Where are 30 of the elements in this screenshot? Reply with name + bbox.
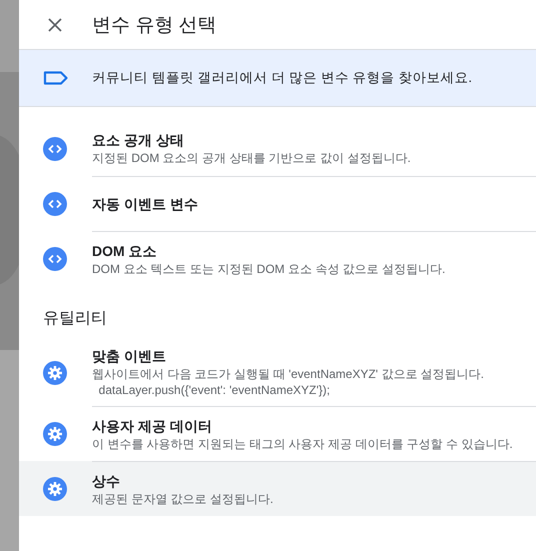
item-description: 지정된 DOM 요소의 공개 상태를 기반으로 값이 설정됩니다. bbox=[92, 150, 412, 166]
gear-icon bbox=[43, 422, 67, 446]
code-icon bbox=[43, 192, 67, 216]
item-description: DOM 요소 텍스트 또는 지정된 DOM 요소 속성 값으로 설정됩니다. bbox=[92, 260, 446, 276]
gear-icon bbox=[43, 476, 67, 500]
tag-icon bbox=[43, 71, 69, 85]
item-title: 사용자 제공 데이터 bbox=[92, 416, 213, 436]
gallery-banner[interactable]: 커뮤니티 템플릿 갤러리에서 더 많은 변수 유형을 찾아보세요. bbox=[19, 50, 536, 107]
item-description: dataLayer.push({'event': 'eventNameXYZ'}); bbox=[98, 382, 331, 398]
item-title: DOM 요소 bbox=[92, 242, 158, 260]
item-title: 상수 bbox=[92, 472, 121, 490]
gear-icon bbox=[43, 360, 67, 384]
variable-type-item[interactable]: 상수 제공된 문자열 값으로 설정됩니다. bbox=[19, 461, 536, 516]
code-icon bbox=[43, 136, 67, 160]
code-icon bbox=[43, 246, 67, 270]
close-icon bbox=[48, 18, 62, 32]
variable-type-item[interactable]: 맞춤 이벤트 웹사이트에서 다음 코드가 실행될 때 'eventNameXYZ' 값으로 설정됩니다. dataLayer.push({'event': 'eventNameXYZ'}); bbox=[19, 339, 536, 406]
variable-type-item[interactable]: DOM 요소 DOM 요소 텍스트 또는 지정된 DOM 요소 속성 값으로 설정됩니다. bbox=[19, 231, 536, 286]
item-title: 자동 이벤트 변수 bbox=[92, 194, 199, 214]
section-heading: 유틸리티 bbox=[43, 310, 107, 327]
panel-title: 변수 유형 선택 bbox=[92, 14, 217, 38]
item-title: 요소 공개 상태 bbox=[92, 131, 185, 150]
variable-type-item[interactable]: 사용자 제공 데이터 이 변수를 사용하면 지원되는 태그의 사용자 제공 데이터를 구성할 수 있습니다. bbox=[19, 406, 536, 461]
variable-type-item[interactable]: 요소 공개 상태 지정된 DOM 요소의 공개 상태를 기반으로 값이 설정됩니다. bbox=[19, 121, 536, 176]
item-title: 맞춤 이벤트 bbox=[92, 347, 167, 366]
banner-text: 커뮤니티 템플릿 갤러리에서 더 많은 변수 유형을 찾아보세요. bbox=[92, 69, 472, 87]
item-description: 제공된 문자열 값으로 설정됩니다. bbox=[92, 490, 274, 506]
variable-type-item[interactable]: 자동 이벤트 변수 bbox=[19, 176, 536, 231]
item-description: 이 변수를 사용하면 지원되는 태그의 사용자 제공 데이터를 구성할 수 있습니다. bbox=[92, 436, 514, 452]
item-description: 웹사이트에서 다음 코드가 실행될 때 'eventNameXYZ' 값으로 설정됩니다. bbox=[92, 366, 485, 382]
